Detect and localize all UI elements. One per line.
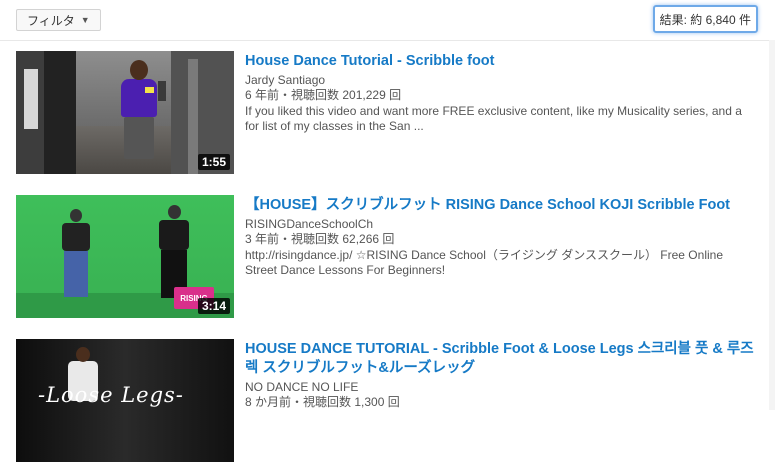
- video-duration: 3:14: [197, 298, 230, 314]
- filter-button[interactable]: フィルタ ▼: [16, 9, 101, 31]
- video-result[interactable]: -Loose Legs- HOUSE DANCE TUTORIAL - Scri…: [16, 339, 766, 463]
- video-title-link[interactable]: House Dance Tutorial - Scribble foot: [245, 52, 755, 71]
- video-age: 3 年前: [245, 232, 280, 246]
- video-thumbnail[interactable]: 1:55: [16, 51, 234, 174]
- video-description: If you liked this video and want more FR…: [245, 104, 742, 133]
- video-result[interactable]: RISING 3:14 【HOUSE】スクリブルフット RISING Dance…: [16, 195, 766, 319]
- video-title-link[interactable]: HOUSE DANCE TUTORIAL - Scribble Foot & L…: [245, 340, 755, 378]
- video-description: http://risingdance.jp/ ☆RISING Dance Sch…: [245, 248, 723, 277]
- video-meta: 8 か月前・視聴回数 1,300 回: [245, 395, 755, 410]
- search-toolbar: フィルタ ▼ 結果: 約 6,840 件: [0, 0, 775, 41]
- video-thumbnail[interactable]: -Loose Legs-: [16, 339, 234, 462]
- scrollbar[interactable]: [769, 40, 775, 410]
- results-count-text: 結果: 約 6,840 件: [659, 12, 751, 27]
- view-count: 視聴回数 1,300 回: [303, 395, 400, 409]
- thumbnail-caption: -Loose Legs-: [38, 383, 184, 407]
- results-count: 結果: 約 6,840 件: [652, 5, 758, 33]
- video-meta: 3 年前・視聴回数 62,266 回: [245, 232, 755, 247]
- chevron-down-icon: ▼: [80, 15, 90, 25]
- channel-name-link[interactable]: NO DANCE NO LIFE: [245, 380, 755, 395]
- meta-separator: ・: [279, 88, 292, 102]
- channel-name-link[interactable]: RISINGDanceSchoolCh: [245, 217, 755, 232]
- filter-label: フィルタ: [27, 13, 75, 28]
- video-meta: 6 年前・視聴回数 201,229 回: [245, 88, 755, 103]
- view-count: 視聴回数 201,229 回: [291, 88, 402, 102]
- video-duration: 1:55: [197, 154, 230, 170]
- video-thumbnail[interactable]: RISING 3:14: [16, 195, 234, 318]
- video-title-link[interactable]: 【HOUSE】スクリブルフット RISING Dance School KOJI…: [245, 196, 755, 215]
- video-age: 6 年前: [245, 88, 280, 102]
- meta-separator: ・: [291, 395, 304, 409]
- meta-separator: ・: [279, 232, 292, 246]
- video-result[interactable]: 1:55 House Dance Tutorial - Scribble foo…: [16, 51, 766, 175]
- video-age: 8 か月前: [245, 395, 292, 409]
- channel-name-link[interactable]: Jardy Santiago: [245, 73, 755, 88]
- view-count: 視聴回数 62,266 回: [291, 232, 395, 246]
